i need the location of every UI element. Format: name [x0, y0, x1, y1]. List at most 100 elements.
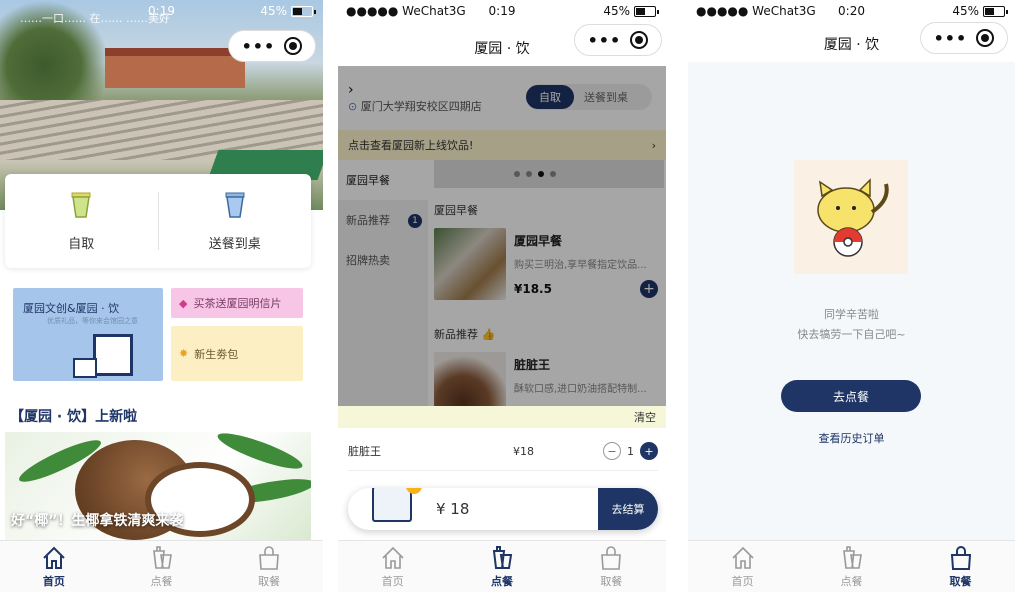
status-signal: ●●●●● WeChat3G — [696, 4, 816, 18]
status-signal: ●●●●● WeChat3G — [346, 4, 466, 18]
tab-order-label: 点餐 — [490, 574, 513, 588]
cart-row: 脏脏王 ¥18 − 1 + — [348, 438, 658, 464]
tab-pickup[interactable]: 取餐 — [557, 541, 666, 592]
pickup-option[interactable]: 自取 — [5, 174, 158, 268]
close-target-icon[interactable] — [284, 37, 303, 55]
pickup-screen: ●●●●● WeChat3G 0:20 45% 厦园 · 饮 ••• 同学辛苦啦… — [688, 0, 1015, 592]
promo-coupon-label: 新生劵包 — [194, 347, 239, 361]
tab-order-label: 点餐 — [150, 574, 173, 588]
cup-icon — [71, 192, 91, 218]
increase-button[interactable]: + — [640, 442, 658, 460]
promo-coupon-card[interactable]: ✸ 新生劵包 — [171, 326, 303, 381]
home-icon — [43, 546, 65, 569]
status-time: 0:19 — [488, 4, 516, 18]
drinks-icon — [152, 545, 172, 569]
order-history-link[interactable]: 查看历史订单 — [688, 430, 1015, 446]
battery-icon — [291, 5, 316, 17]
miniprogram-capsule[interactable]: ••• — [228, 30, 316, 62]
tab-order[interactable]: 点餐 — [797, 541, 906, 592]
promo-creative-title: 厦园文创&厦园 · 饮 — [23, 302, 120, 315]
cart-bag-icon[interactable]: 1 — [372, 488, 422, 522]
tab-home-label: 首页 — [381, 574, 404, 588]
quantity-value: 1 — [627, 444, 634, 458]
promo-postcard-card[interactable]: ◆ 买茶送厦园明信片 — [171, 288, 303, 318]
miniprogram-capsule[interactable]: ••• — [574, 24, 662, 56]
tab-home[interactable]: 首页 — [688, 541, 797, 592]
tab-order[interactable]: 点餐 — [108, 541, 216, 592]
greeting-subtext: 快去犒劳一下自己吧~ — [797, 328, 906, 341]
cat-illustration — [794, 160, 908, 274]
cat-icon — [817, 178, 889, 257]
coconut-caption: 好“椰”！生椰拿铁清爽来袭 — [11, 513, 184, 529]
status-bar: 0:19 45% — [0, 0, 323, 26]
tab-pickup-label: 取餐 — [600, 574, 623, 588]
tab-bar: 首页 点餐 取餐 — [338, 540, 666, 592]
status-time: 0:19 — [148, 4, 175, 18]
battery-icon — [983, 5, 1008, 17]
more-icon[interactable]: ••• — [242, 37, 276, 56]
tab-home[interactable]: 首页 — [338, 541, 447, 592]
battery-icon — [634, 5, 659, 17]
promo-creative-card[interactable]: 厦园文创&厦园 · 饮 优质礼品，等你来会馆园之意 — [13, 288, 163, 381]
tab-home-label: 首页 — [42, 574, 65, 588]
tab-pickup[interactable]: 取餐 — [215, 541, 323, 592]
cart-header: 清空 — [338, 406, 666, 428]
promo-postcard-label: 买茶送厦园明信片 — [193, 297, 282, 310]
tab-home-label: 首页 — [731, 574, 754, 588]
cart-overlay[interactable] — [338, 66, 666, 406]
drinks-icon — [842, 545, 862, 569]
delivery-label: 送餐到桌 — [208, 236, 261, 252]
status-battery: 45% — [952, 4, 1008, 18]
cart-total: ¥ 18 — [436, 500, 470, 518]
quantity-stepper: − 1 + — [603, 442, 658, 460]
clear-cart-button[interactable]: 清空 — [634, 409, 656, 425]
go-order-button[interactable]: 去点餐 — [781, 380, 921, 412]
checkout-bar: 1 ¥ 18 去结算 — [348, 488, 658, 530]
status-battery: 45% — [603, 4, 659, 18]
gift-box-small-illustration — [73, 358, 97, 378]
more-icon[interactable]: ••• — [934, 29, 968, 48]
cart-count-badge: 1 — [406, 488, 422, 494]
new-arrivals-title: 【厦园 · 饮】上新啦 — [10, 409, 138, 425]
greeting-text: 同学辛苦啦 — [824, 308, 879, 321]
bag-icon — [950, 545, 971, 570]
delivery-option[interactable]: 送餐到桌 — [159, 174, 312, 268]
divider — [348, 470, 658, 471]
cup-icon — [225, 192, 245, 218]
tab-bar: 首页 点餐 取餐 — [688, 540, 1015, 592]
promo-section: 厦园文创&厦园 · 饮 优质礼品，等你来会馆园之意 ◆ 买茶送厦园明信片 ✸ 新… — [5, 280, 311, 388]
tab-order[interactable]: 点餐 — [447, 541, 556, 592]
checkout-button[interactable]: 去结算 — [598, 488, 658, 530]
coconut-latte-banner[interactable]: 好“椰”！生椰拿铁清爽来袭 — [5, 432, 311, 540]
home-icon — [382, 546, 404, 569]
gift-box-illustration — [93, 334, 133, 376]
cart-item-name: 脏脏王 — [348, 445, 381, 458]
close-target-icon[interactable] — [630, 31, 649, 49]
home-icon — [731, 546, 754, 569]
tag-icon: ◆ — [179, 296, 188, 310]
tab-home[interactable]: 首页 — [0, 541, 108, 592]
status-time: 0:20 — [838, 4, 865, 18]
promo-creative-subtitle: 优质礼品，等你来会馆园之意 — [47, 317, 138, 325]
tab-pickup-label: 取餐 — [258, 574, 281, 588]
tab-pickup[interactable]: 取餐 — [906, 541, 1015, 592]
bag-icon — [601, 545, 622, 570]
close-target-icon[interactable] — [976, 29, 995, 47]
drinks-icon — [492, 545, 513, 569]
hero-building — [105, 48, 245, 88]
tab-pickup-label: 取餐 — [949, 574, 972, 588]
more-icon[interactable]: ••• — [588, 31, 622, 50]
cart-item-price: ¥18 — [513, 444, 534, 458]
home-screen: ……一口…… 在…… ……美好 0:19 45% ••• 自取 送餐到桌 厦园文… — [0, 0, 323, 592]
status-bar: ●●●●● WeChat3G 0:19 45% — [338, 0, 666, 26]
decrease-button[interactable]: − — [603, 442, 621, 460]
status-battery: 45% — [260, 4, 316, 18]
tab-order-label: 点餐 — [840, 574, 863, 588]
order-mode-card: 自取 送餐到桌 — [5, 174, 311, 268]
bag-icon — [259, 545, 280, 570]
spark-icon: ✸ — [179, 347, 189, 360]
tab-bar: 首页 点餐 取餐 — [0, 540, 323, 592]
order-screen: ●●●●● WeChat3G 0:19 45% 厦园 · 饮 ••• › ⊙ 厦… — [338, 0, 666, 592]
pickup-label: 自取 — [68, 236, 95, 252]
miniprogram-capsule[interactable]: ••• — [920, 22, 1008, 54]
